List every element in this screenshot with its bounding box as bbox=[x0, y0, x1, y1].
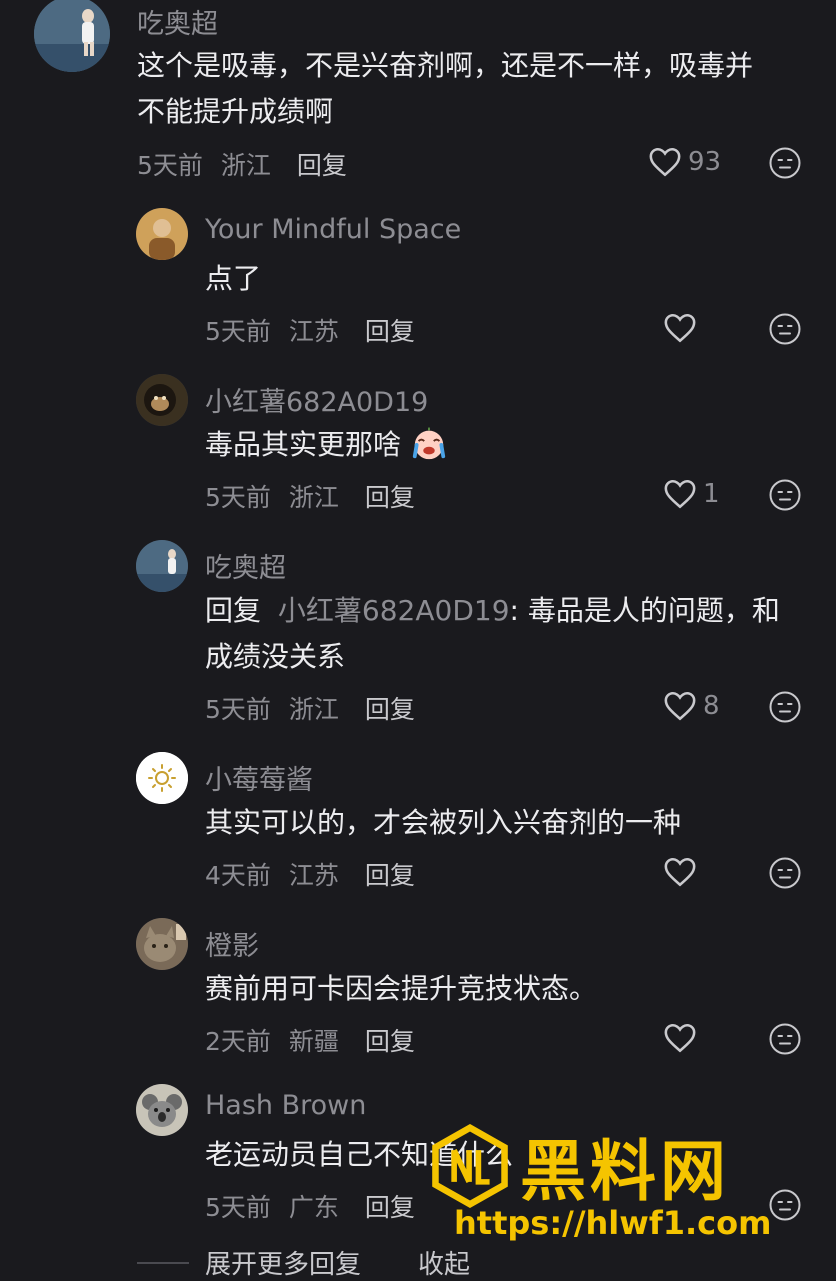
location-label: 浙江 bbox=[288, 483, 339, 512]
like-count: 93 bbox=[688, 147, 722, 177]
comment-meta: 5天前 浙江 回复 bbox=[137, 146, 347, 182]
koala-avatar-icon bbox=[136, 1084, 188, 1136]
heart-icon bbox=[664, 691, 696, 721]
comment-meta: 5天前 浙江 回复 bbox=[205, 690, 415, 726]
mention-link[interactable]: 小红薯682A0D19 bbox=[278, 594, 510, 627]
like-button[interactable] bbox=[663, 856, 697, 888]
username[interactable]: 小红薯682A0D19 bbox=[205, 380, 428, 419]
sun-avatar-icon bbox=[136, 752, 188, 804]
location-label: 江苏 bbox=[288, 317, 339, 346]
reaction-face-icon[interactable] bbox=[768, 690, 802, 724]
comment-text: 毒品其实更那啥 bbox=[205, 428, 402, 461]
username[interactable]: 小莓莓酱 bbox=[205, 758, 313, 797]
location-label: 浙江 bbox=[220, 151, 271, 180]
location-label: 新疆 bbox=[288, 1027, 339, 1056]
comment-text-line: 成绩没关系 bbox=[205, 640, 346, 673]
comment-text: : 毒品是人的问题，和 bbox=[509, 594, 780, 627]
watermark-title: 黑料网 bbox=[520, 1133, 730, 1210]
crying-face-emoji-icon bbox=[412, 426, 446, 460]
comment-text-line: 回复 小红薯682A0D19: 毒品是人的问题，和 bbox=[205, 588, 780, 634]
comment-meta: 2天前 新疆 回复 bbox=[205, 1022, 415, 1058]
reply-button[interactable]: 回复 bbox=[365, 861, 415, 890]
like-button[interactable]: 93 bbox=[648, 146, 721, 178]
time-label: 5天前 bbox=[205, 483, 271, 512]
cat-avatar-icon bbox=[136, 918, 188, 970]
avatar[interactable] bbox=[136, 540, 188, 592]
comment-item: 小莓莓酱 其实可以的，才会被列入兴奋剂的一种 4天前 江苏 回复 bbox=[0, 752, 836, 902]
comment-item: 小红薯682A0D19 毒品其实更那啥 5天前 浙江 回复 1 bbox=[0, 374, 836, 524]
comment-meta: 5天前 江苏 回复 bbox=[205, 312, 415, 348]
reply-button[interactable]: 回复 bbox=[297, 151, 347, 180]
comment-text-line: 点了 bbox=[205, 262, 262, 295]
heart-icon bbox=[664, 857, 696, 887]
username[interactable]: Your Mindful Space bbox=[205, 214, 461, 245]
avatar[interactable] bbox=[136, 374, 188, 426]
username[interactable]: 吃奥超 bbox=[137, 2, 218, 41]
avatar[interactable] bbox=[136, 918, 188, 970]
reaction-face-icon[interactable] bbox=[768, 312, 802, 346]
comment-meta: 5天前 广东 回复 bbox=[205, 1188, 415, 1224]
comment-item: 吃奥超 这个是吸毒，不是兴奋剂啊，还是不一样，吸毒并 不能提升成绩啊 5天前 浙… bbox=[0, 0, 836, 190]
username[interactable]: 橙影 bbox=[205, 924, 259, 963]
divider bbox=[137, 1262, 189, 1264]
watermark-logo-icon bbox=[432, 1124, 508, 1208]
location-label: 浙江 bbox=[288, 695, 339, 724]
reply-button[interactable]: 回复 bbox=[365, 317, 415, 346]
username[interactable]: Hash Brown bbox=[205, 1090, 366, 1121]
reply-button[interactable]: 回复 bbox=[365, 1193, 415, 1222]
like-button[interactable] bbox=[663, 1022, 697, 1054]
replies-footer: 展开更多回复 收起 bbox=[0, 1240, 836, 1280]
like-button[interactable]: 8 bbox=[663, 690, 720, 722]
watermark-url: https://hlwf1.com bbox=[454, 1204, 772, 1242]
comment-item: Your Mindful Space 点了 5天前 江苏 回复 bbox=[0, 208, 836, 358]
comment-text-line: 其实可以的，才会被列入兴奋剂的一种 bbox=[205, 806, 682, 839]
heart-icon bbox=[664, 1023, 696, 1053]
avatar[interactable] bbox=[136, 1084, 188, 1136]
tennis-player-avatar-icon bbox=[136, 540, 188, 592]
location-label: 广东 bbox=[288, 1193, 339, 1222]
reaction-face-icon[interactable] bbox=[768, 856, 802, 890]
time-label: 4天前 bbox=[205, 861, 271, 890]
like-count: 1 bbox=[703, 479, 720, 509]
collapse-replies-button[interactable]: 收起 bbox=[418, 1244, 470, 1281]
time-label: 2天前 bbox=[205, 1027, 271, 1056]
comment-item: 吃奥超 回复 小红薯682A0D19: 毒品是人的问题，和 成绩没关系 5天前 … bbox=[0, 540, 836, 740]
time-label: 5天前 bbox=[205, 1193, 271, 1222]
expand-more-replies-button[interactable]: 展开更多回复 bbox=[205, 1244, 361, 1281]
time-label: 5天前 bbox=[205, 695, 271, 724]
tennis-player-avatar-icon bbox=[34, 0, 110, 72]
like-count: 8 bbox=[703, 691, 720, 721]
comment-text-line: 赛前用可卡因会提升竞技状态。 bbox=[205, 972, 598, 1005]
reaction-face-icon[interactable] bbox=[768, 146, 802, 180]
reply-button[interactable]: 回复 bbox=[365, 695, 415, 724]
time-label: 5天前 bbox=[137, 151, 203, 180]
comment-meta: 5天前 浙江 回复 bbox=[205, 478, 415, 514]
comment-item: 橙影 赛前用可卡因会提升竞技状态。 2天前 新疆 回复 bbox=[0, 918, 836, 1068]
avatar[interactable] bbox=[136, 208, 188, 260]
comment-text-line: 毒品其实更那啥 bbox=[205, 422, 448, 468]
heart-icon bbox=[664, 479, 696, 509]
watermark: 黑料网 https://hlwf1.com bbox=[428, 1118, 818, 1248]
heart-icon bbox=[664, 313, 696, 343]
location-label: 江苏 bbox=[288, 861, 339, 890]
comment-text-line: 这个是吸毒，不是兴奋剂啊，还是不一样，吸毒并 bbox=[137, 49, 754, 82]
reply-prefix: 回复 bbox=[205, 594, 262, 627]
comment-text-line: 不能提升成绩啊 bbox=[137, 95, 334, 128]
like-button[interactable]: 1 bbox=[663, 478, 720, 510]
like-button[interactable] bbox=[663, 312, 697, 344]
reply-button[interactable]: 回复 bbox=[365, 483, 415, 512]
avatar[interactable] bbox=[136, 752, 188, 804]
username[interactable]: 吃奥超 bbox=[205, 546, 286, 585]
monkey-avatar-icon bbox=[136, 374, 188, 426]
reaction-face-icon[interactable] bbox=[768, 478, 802, 512]
reaction-face-icon[interactable] bbox=[768, 1022, 802, 1056]
time-label: 5天前 bbox=[205, 317, 271, 346]
avatar[interactable] bbox=[34, 0, 110, 72]
reply-button[interactable]: 回复 bbox=[365, 1027, 415, 1056]
heart-icon bbox=[649, 147, 681, 177]
comment-meta: 4天前 江苏 回复 bbox=[205, 856, 415, 892]
monk-avatar-icon bbox=[136, 208, 188, 260]
